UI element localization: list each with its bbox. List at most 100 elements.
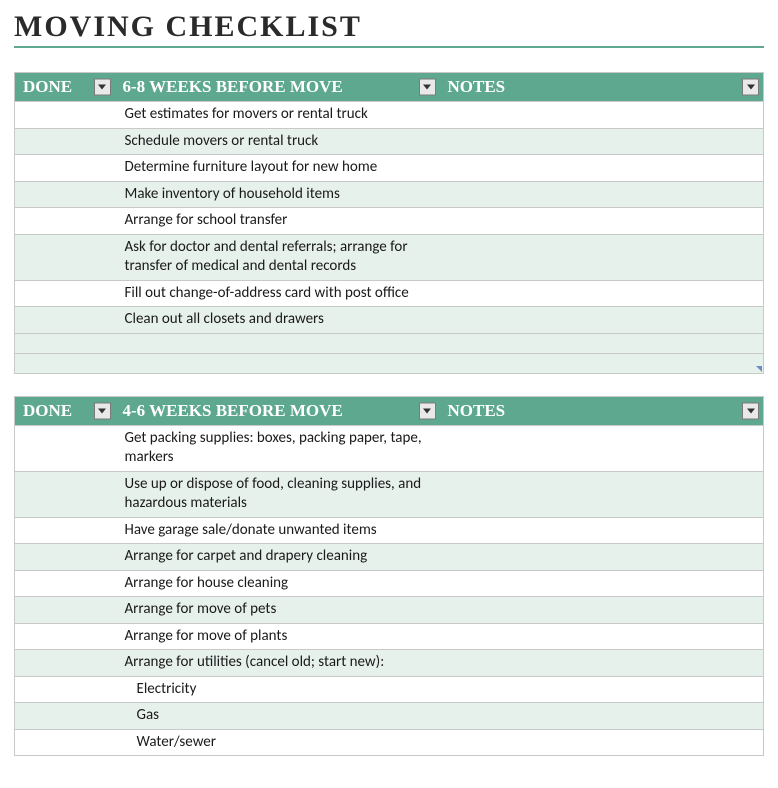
table-row: Arrange for utilities (cancel old; start…: [15, 650, 764, 677]
done-cell[interactable]: [15, 333, 115, 353]
done-cell[interactable]: [15, 471, 115, 517]
table-row: Get estimates for movers or rental truck: [15, 102, 764, 129]
notes-cell[interactable]: [440, 333, 764, 353]
column-label: 4-6 WEEKS BEFORE MOVE: [123, 401, 343, 420]
column-label: DONE: [23, 77, 72, 96]
task-cell[interactable]: Fill out change-of-address card with pos…: [115, 280, 440, 307]
task-cell[interactable]: Electricity: [115, 676, 440, 703]
notes-cell[interactable]: [440, 623, 764, 650]
notes-cell[interactable]: [440, 208, 764, 235]
table-row: [15, 333, 764, 353]
notes-cell[interactable]: [440, 234, 764, 280]
column-label: NOTES: [448, 77, 506, 96]
done-cell[interactable]: [15, 128, 115, 155]
column-label: 6-8 WEEKS BEFORE MOVE: [123, 77, 343, 96]
task-cell[interactable]: Use up or dispose of food, cleaning supp…: [115, 471, 440, 517]
task-cell[interactable]: [115, 353, 440, 373]
done-cell[interactable]: [15, 570, 115, 597]
notes-cell[interactable]: [440, 597, 764, 624]
table-row: Determine furniture layout for new home: [15, 155, 764, 182]
page-title: MOVING CHECKLIST: [14, 10, 764, 44]
task-cell[interactable]: Determine furniture layout for new home: [115, 155, 440, 182]
notes-cell[interactable]: [440, 353, 764, 373]
notes-cell[interactable]: [440, 703, 764, 730]
filter-dropdown-icon[interactable]: [419, 79, 436, 96]
task-cell[interactable]: Arrange for house cleaning: [115, 570, 440, 597]
notes-cell[interactable]: [440, 650, 764, 677]
done-cell[interactable]: [15, 650, 115, 677]
task-cell[interactable]: [115, 333, 440, 353]
done-cell[interactable]: [15, 353, 115, 373]
task-cell[interactable]: Arrange for carpet and drapery cleaning: [115, 544, 440, 571]
filter-dropdown-icon[interactable]: [742, 402, 759, 419]
notes-cell[interactable]: [440, 570, 764, 597]
notes-cell[interactable]: [440, 544, 764, 571]
done-cell[interactable]: [15, 676, 115, 703]
column-header-notes: NOTES: [440, 73, 764, 102]
table-row: Have garage sale/donate unwanted items: [15, 517, 764, 544]
done-cell[interactable]: [15, 597, 115, 624]
task-cell[interactable]: Ask for doctor and dental referrals; arr…: [115, 234, 440, 280]
task-cell[interactable]: Clean out all closets and drawers: [115, 307, 440, 334]
table-row: Arrange for carpet and drapery cleaning: [15, 544, 764, 571]
notes-cell[interactable]: [440, 729, 764, 756]
task-cell[interactable]: Make inventory of household items: [115, 181, 440, 208]
task-cell[interactable]: Arrange for move of pets: [115, 597, 440, 624]
notes-cell[interactable]: [440, 676, 764, 703]
filter-dropdown-icon[interactable]: [94, 79, 111, 96]
table-row: Use up or dispose of food, cleaning supp…: [15, 471, 764, 517]
notes-cell[interactable]: [440, 128, 764, 155]
done-cell[interactable]: [15, 517, 115, 544]
notes-cell[interactable]: [440, 471, 764, 517]
done-cell[interactable]: [15, 208, 115, 235]
checklist-section: DONE 6-8 WEEKS BEFORE MOVE NOTES Get estima…: [14, 72, 764, 374]
column-header-done: DONE: [15, 73, 115, 102]
table-row: Gas: [15, 703, 764, 730]
table-row: Make inventory of household items: [15, 181, 764, 208]
column-label: NOTES: [448, 401, 506, 420]
task-cell[interactable]: Arrange for move of plants: [115, 623, 440, 650]
done-cell[interactable]: [15, 307, 115, 334]
column-header-notes: NOTES: [440, 396, 764, 425]
notes-cell[interactable]: [440, 517, 764, 544]
task-cell[interactable]: Water/sewer: [115, 729, 440, 756]
done-cell[interactable]: [15, 155, 115, 182]
done-cell[interactable]: [15, 102, 115, 129]
table-row: Arrange for move of pets: [15, 597, 764, 624]
notes-cell[interactable]: [440, 181, 764, 208]
notes-cell[interactable]: [440, 280, 764, 307]
task-cell[interactable]: Gas: [115, 703, 440, 730]
task-cell[interactable]: Have garage sale/donate unwanted items: [115, 517, 440, 544]
task-cell[interactable]: Arrange for school transfer: [115, 208, 440, 235]
filter-dropdown-icon[interactable]: [419, 402, 436, 419]
done-cell[interactable]: [15, 425, 115, 471]
done-cell[interactable]: [15, 703, 115, 730]
table-row: Clean out all closets and drawers: [15, 307, 764, 334]
notes-cell[interactable]: [440, 425, 764, 471]
task-cell[interactable]: Get packing supplies: boxes, packing pap…: [115, 425, 440, 471]
done-cell[interactable]: [15, 544, 115, 571]
done-cell[interactable]: [15, 234, 115, 280]
column-header-done: DONE: [15, 396, 115, 425]
table-row: Arrange for house cleaning: [15, 570, 764, 597]
done-cell[interactable]: [15, 181, 115, 208]
checklist-section: DONE 4-6 WEEKS BEFORE MOVE NOTES Get packin…: [14, 396, 764, 757]
task-cell[interactable]: Schedule movers or rental truck: [115, 128, 440, 155]
table-row: Fill out change-of-address card with pos…: [15, 280, 764, 307]
column-label: DONE: [23, 401, 72, 420]
table-row: Schedule movers or rental truck: [15, 128, 764, 155]
done-cell[interactable]: [15, 280, 115, 307]
table-row: Ask for doctor and dental referrals; arr…: [15, 234, 764, 280]
notes-cell[interactable]: [440, 102, 764, 129]
filter-dropdown-icon[interactable]: [742, 79, 759, 96]
notes-cell[interactable]: [440, 155, 764, 182]
done-cell[interactable]: [15, 623, 115, 650]
done-cell[interactable]: [15, 729, 115, 756]
table-row: Arrange for move of plants: [15, 623, 764, 650]
filter-dropdown-icon[interactable]: [94, 402, 111, 419]
table-row: Electricity: [15, 676, 764, 703]
title-rule: [14, 46, 764, 48]
task-cell[interactable]: Get estimates for movers or rental truck: [115, 102, 440, 129]
notes-cell[interactable]: [440, 307, 764, 334]
task-cell[interactable]: Arrange for utilities (cancel old; start…: [115, 650, 440, 677]
